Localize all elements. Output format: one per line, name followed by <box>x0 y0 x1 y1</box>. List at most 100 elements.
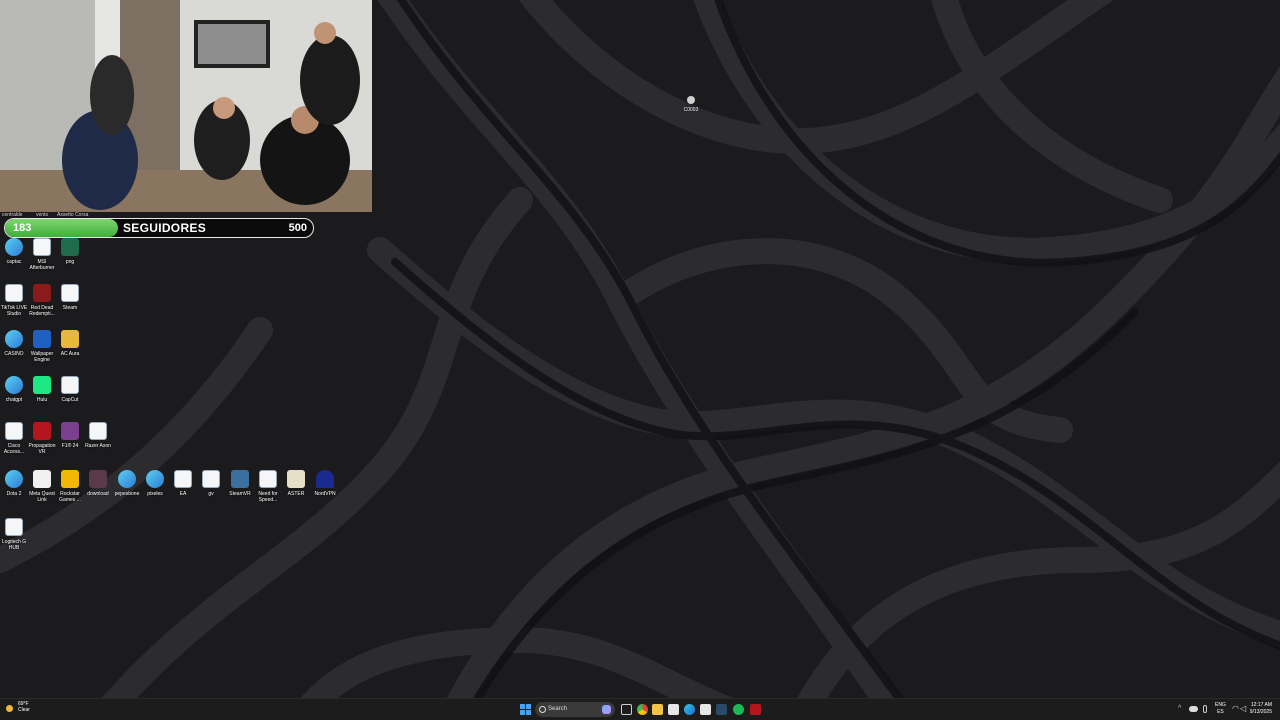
task-view-icon[interactable] <box>621 704 632 715</box>
taskbar-search[interactable]: Search <box>535 702 615 717</box>
propagation-icon <box>33 422 51 440</box>
edge-icon <box>5 330 23 348</box>
desktop-icon-tiktok[interactable]: TikTok LIVE Studio <box>0 284 28 317</box>
rdr-icon <box>33 284 51 302</box>
desktop-icon-acaura[interactable]: AC Aura <box>56 330 84 357</box>
goal-current-count: 183 <box>13 222 32 234</box>
desktop-icon-casino[interactable]: CASINO <box>0 330 28 357</box>
volume-icon[interactable]: ◁ <box>1240 704 1246 713</box>
image-icon <box>89 470 107 488</box>
desktop-icon-gv[interactable]: gv <box>197 470 225 497</box>
app-icon <box>89 422 107 440</box>
steam-icon[interactable] <box>716 704 727 715</box>
desktop-icon-label: Steam <box>62 305 78 311</box>
mic-icon[interactable] <box>1203 705 1207 713</box>
clock-time: 12:17 AM <box>1250 702 1272 708</box>
desktop-icon-capcut[interactable]: CapCut <box>56 376 84 403</box>
search-icon <box>539 706 546 713</box>
desktop-icon-ea[interactable]: EA <box>169 470 197 497</box>
desktop-icon-captac[interactable]: captac <box>0 238 28 265</box>
app-icon <box>174 470 192 488</box>
desktop-icon-download[interactable]: download <box>84 470 112 497</box>
follower-goal-bar: 183 SEGUIDORES 500 <box>4 218 314 238</box>
desktop-icon-label: CASINO <box>4 351 24 357</box>
desktop-icon-label: Razer Axon <box>85 443 111 449</box>
desktop-icon-msi[interactable]: MSI Afterburner <box>28 238 56 271</box>
image-icon <box>61 238 79 256</box>
spotify-icon[interactable] <box>733 704 744 715</box>
desktop-icon-label: Red Dead Redempti... <box>29 305 55 317</box>
desktop-icon-label: gv <box>208 491 214 497</box>
store-icon[interactable] <box>668 704 679 715</box>
desktop-icon-label: pixeles <box>147 491 163 497</box>
desktop-icon-label: F1® 24 <box>61 443 79 449</box>
desktop-icon-steam[interactable]: Steam <box>56 284 84 311</box>
windows-start-icon[interactable] <box>520 704 531 715</box>
taskbar: 69°F Clear Search ^ ENG ES ◠ ◁ 12:17 AM … <box>0 698 1280 720</box>
desktop-icon-label: png <box>65 259 75 265</box>
desktop-icon-metaquest[interactable]: Meta Quest Link <box>28 470 56 503</box>
desktop-icon-nfs[interactable]: Need for Speed... <box>254 470 282 503</box>
desktop-icon-label: captac <box>6 259 22 265</box>
edge-icon <box>146 470 164 488</box>
language-indicator[interactable]: ENG ES <box>1215 702 1226 716</box>
steamvr-icon <box>231 470 249 488</box>
sun-icon <box>6 705 13 712</box>
desktop-icon-logitech[interactable]: Logitech G HUB <box>0 518 28 551</box>
wallpaper-engine-icon <box>33 330 51 348</box>
desktop-icon-label: ASTER <box>287 491 305 497</box>
desktop-icon-f124[interactable]: F1® 24 <box>56 422 84 449</box>
goal-target-count: 500 <box>288 222 307 234</box>
desktop-icon-hulu[interactable]: Hulu <box>28 376 56 403</box>
desktop-icon-c0003[interactable]: C0003 <box>677 96 705 113</box>
desktop-icon-cisco[interactable]: Cisco Access... <box>0 422 28 455</box>
search-placeholder: Search <box>548 706 568 712</box>
desktop-icon-label: Cisco Access... <box>3 443 25 455</box>
edge-icon[interactable] <box>684 704 695 715</box>
desktop-icon-label: Propagation VR <box>28 443 56 455</box>
desktop-icon-chatgpt[interactable]: chatgpt <box>0 376 28 403</box>
wifi-icon[interactable]: ◠ <box>1232 704 1239 713</box>
desktop-icon-label: TikTok LIVE Studio <box>0 305 28 317</box>
desktop-icon-wallpaper[interactable]: Wallpaper Engine <box>28 330 56 363</box>
weather-widget[interactable]: 69°F Clear <box>6 701 30 713</box>
desktop-icon-nordvpn[interactable]: NordVPN <box>311 470 339 497</box>
clock-date: 9/13/2025 <box>1249 709 1272 715</box>
nordvpn-icon <box>316 470 334 488</box>
desktop-icon-png[interactable]: png <box>56 238 84 265</box>
meta-icon <box>33 470 51 488</box>
desktop-icon-propagation[interactable]: Propagation VR <box>28 422 56 455</box>
app-icon <box>5 422 23 440</box>
desktop-icon-razer[interactable]: Razer Axon <box>84 422 112 449</box>
edge-icon <box>118 470 136 488</box>
rockstar-icon <box>61 470 79 488</box>
desktop-icon-rdr[interactable]: Red Dead Redempti... <box>28 284 56 317</box>
chevron-up-icon[interactable]: ^ <box>1178 705 1181 712</box>
desktop-icon-label: AC Aura <box>60 351 80 357</box>
hulu-icon <box>33 376 51 394</box>
app-icon <box>5 284 23 302</box>
desktop-icon-pepesbone[interactable]: pepesbone <box>113 470 141 497</box>
chrome-icon[interactable] <box>637 704 648 715</box>
desktop-icon-label: SteamVR <box>229 491 251 497</box>
edge-icon <box>5 238 23 256</box>
system-clock[interactable]: 12:17 AM 9/13/2025 <box>1250 702 1272 716</box>
file-explorer-icon[interactable] <box>652 704 663 715</box>
cloud-icon[interactable] <box>1189 706 1198 712</box>
app-icon[interactable] <box>700 704 711 715</box>
desktop-icon-label: Meta Quest Link <box>29 491 55 503</box>
app-icon[interactable] <box>750 704 761 715</box>
game-icon <box>61 422 79 440</box>
app-icon <box>61 376 79 394</box>
app-icon <box>259 470 277 488</box>
app-icon <box>5 518 23 536</box>
desktop-icon-aster[interactable]: ASTER <box>282 470 310 497</box>
desktop-icon-rockstar[interactable]: Rockstar Games ... <box>56 470 84 503</box>
desktop-icon-dota2[interactable]: Dota 2 <box>0 470 28 497</box>
lang-top: ENG <box>1215 702 1226 708</box>
desktop-icon-label: MSI Afterburner <box>29 259 55 271</box>
desktop-icon-steamvr[interactable]: SteamVR <box>226 470 254 497</box>
desktop-icon-label: C0003 <box>683 107 699 113</box>
small-file-icon <box>687 96 695 104</box>
desktop-icon-pixeles[interactable]: pixeles <box>141 470 169 497</box>
